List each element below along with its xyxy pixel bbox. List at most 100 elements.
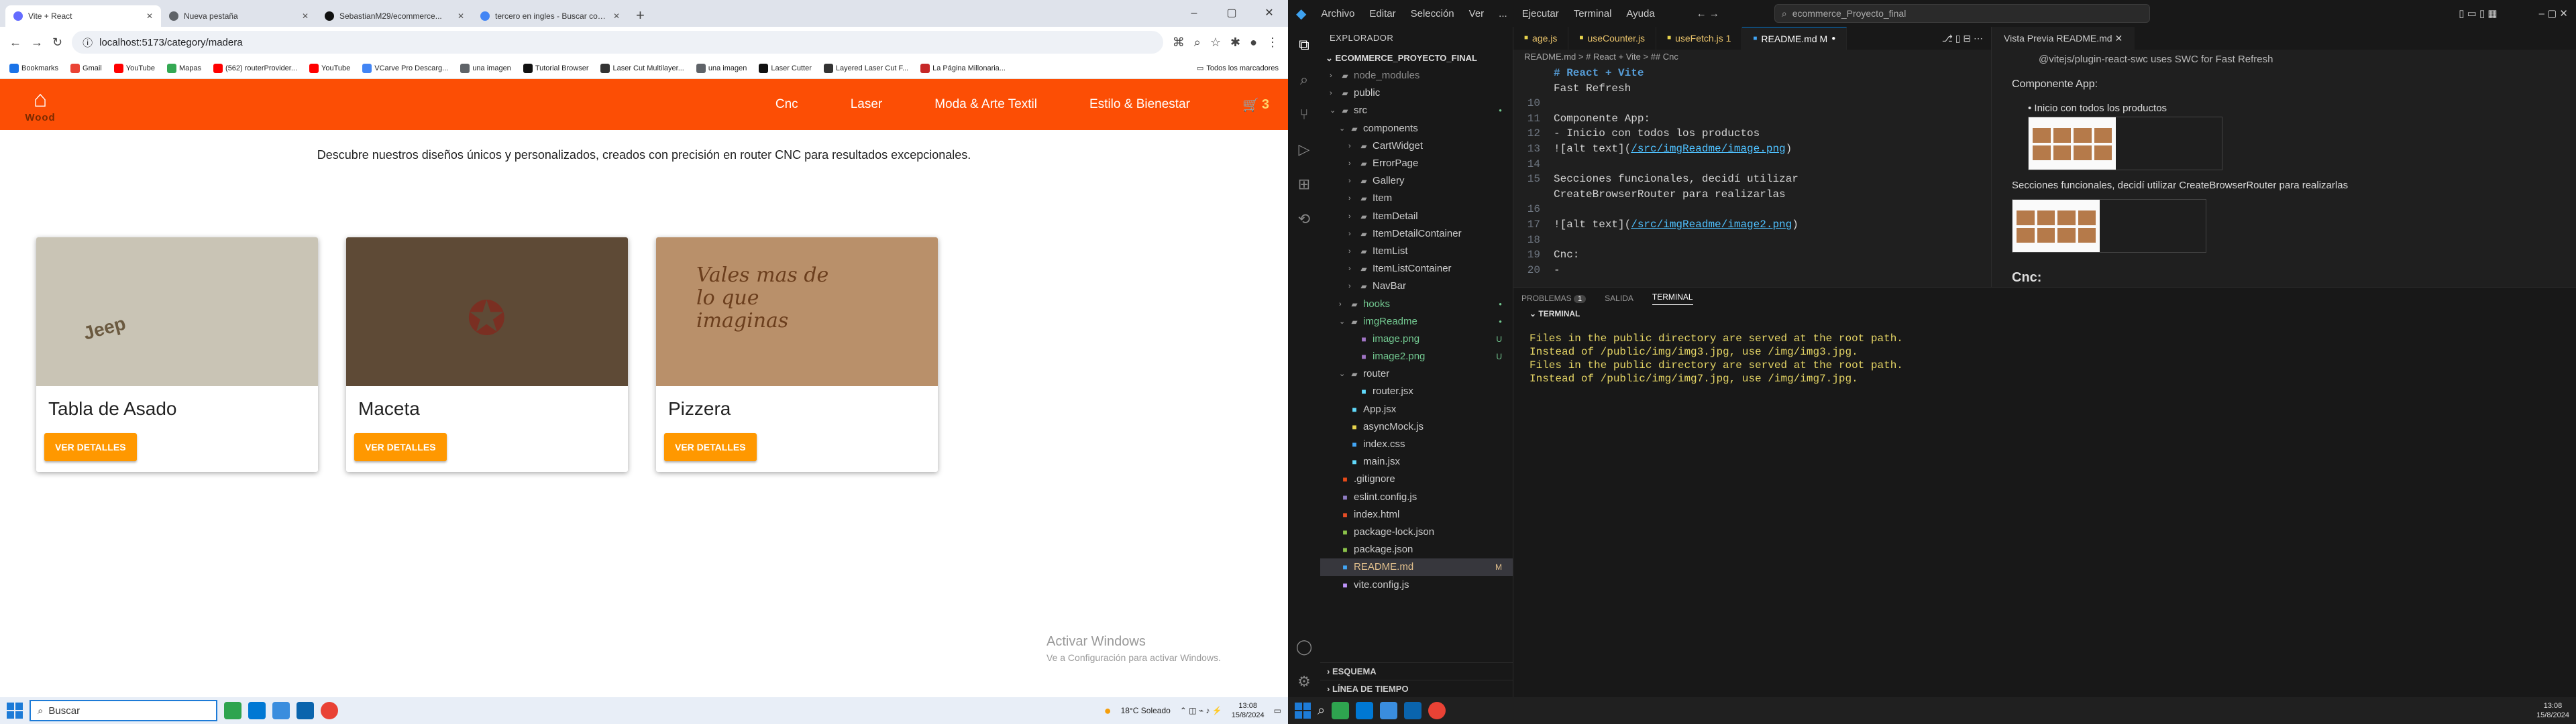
tray-icons[interactable]: ⌃ ◫ ⌁ ♪ ⚡ [1180,706,1222,715]
file-item[interactable]: ■ index.css [1320,436,1513,453]
bookmark-item[interactable]: VCarve Pro Descarg... [362,63,448,73]
search-icon[interactable]: ⌕ [1300,71,1308,88]
file-item[interactable]: ■ README.md M [1320,558,1513,577]
file-item[interactable]: ■ package.json [1320,541,1513,558]
app-icon-green[interactable] [1332,702,1350,719]
all-bookmarks[interactable]: ▭ Todos los marcadores [1197,64,1279,73]
extensions-icon[interactable]: ✱ [1230,36,1240,50]
bookmark-item[interactable]: Laser Cutter [759,63,812,73]
chrome-taskbar-icon[interactable] [321,702,338,719]
outlook-taskbar-icon[interactable] [1404,702,1422,719]
close-icon[interactable]: ✕ [1250,0,1288,27]
folder-item[interactable]: › ▰ CartWidget [1320,137,1513,155]
folder-item[interactable]: › ▰ ItemDetailContainer [1320,225,1513,243]
file-item[interactable]: ■ .gitignore [1320,471,1513,488]
nav-link-estilo[interactable]: Estilo & Bienestar [1089,97,1190,112]
clock[interactable]: 13:08 15/8/2024 [1232,701,1265,720]
settings-gear-icon[interactable]: ⚙ [1297,673,1311,690]
reload-icon[interactable]: ↻ [52,36,62,50]
breadcrumb[interactable]: README.md > # React + Vite > ## Cnc [1513,50,1991,64]
nav-arrows-icon[interactable]: ← → [1697,8,1719,19]
browser-tab[interactable]: Vite + React ✕ [5,5,161,27]
folder-item[interactable]: ⌄ ▰ components [1320,120,1513,137]
bookmark-item[interactable]: una imagen [460,63,511,73]
file-item[interactable]: ■ router.jsx [1320,383,1513,400]
remote-icon[interactable]: ⟲ [1298,210,1310,228]
bookmark-star-icon[interactable]: ☆ [1210,36,1221,50]
file-item[interactable]: ■ image.png U [1320,330,1513,348]
editor-tab[interactable]: ■ age.js [1513,27,1569,50]
folder-item[interactable]: ⌄ ▰ imgReadme ● [1320,313,1513,330]
product-image[interactable]: Jeep [36,237,318,386]
menu-item[interactable]: ... [1499,8,1507,19]
maximize-icon[interactable]: ▢ [1213,0,1250,27]
file-item[interactable]: ■ App.jsx [1320,401,1513,418]
tab-output[interactable]: SALIDA [1605,294,1633,303]
product-image[interactable]: ✪ [346,237,628,386]
view-details-button[interactable]: VER DETALLES [664,433,757,461]
taskbar-search[interactable]: ⌕ Buscar [30,700,217,721]
menu-item[interactable]: Ejecutar [1522,8,1559,19]
outline-section[interactable]: › ESQUEMA [1320,662,1513,680]
bookmark-item[interactable]: Layered Laser Cut F... [823,63,908,73]
nav-link-laser[interactable]: Laser [851,97,883,112]
browser-tab[interactable]: tercero en ingles - Buscar con Google ✕ [472,5,628,27]
profile-avatar[interactable]: ● [1250,36,1257,50]
explorer-taskbar-icon[interactable] [1380,702,1398,719]
code-lines[interactable]: # React + Vite Fast Refresh 10 11 Componente… [1513,66,1991,278]
menu-item[interactable]: Archivo [1321,8,1354,19]
md-link[interactable]: /src/imgReadme/image.png [1631,143,1785,155]
menu-item[interactable]: Terminal [1574,8,1612,19]
bookmark-item[interactable]: Gmail [70,63,102,73]
address-bar[interactable]: ⓘ localhost:5173/category/madera [72,31,1163,54]
menu-icon[interactable]: ⋮ [1267,36,1279,50]
menu-item[interactable]: Ayuda [1626,8,1654,19]
editor-tab[interactable]: ■ useFetch.js 1 [1656,27,1743,50]
zoom-icon[interactable]: ⌕ [1194,36,1201,50]
app-icon-green[interactable] [224,702,241,719]
bookmark-item[interactable]: (562) routerProvider... [213,63,297,73]
chrome-taskbar-icon[interactable] [1428,702,1446,719]
timeline-section[interactable]: › LÍNEA DE TIEMPO [1320,680,1513,697]
editor-tab[interactable]: ■ useCounter.js [1568,27,1657,50]
bookmark-item[interactable]: La Página Millonaria... [920,63,1006,73]
product-image[interactable]: Vales mas de lo que imaginas [656,237,938,386]
tab-close-icon[interactable]: ✕ [613,11,620,21]
browser-tab[interactable]: Nueva pestaña ✕ [161,5,317,27]
menu-item[interactable]: Ver [1469,8,1485,19]
new-tab-icon[interactable]: + [628,7,653,27]
extensions-icon[interactable]: ⊞ [1298,176,1310,193]
project-root[interactable]: ⌄ ECOMMERCE_PROYECTO_FINAL [1320,50,1513,67]
clock-right[interactable]: 13:08 15/8/2024 [2536,701,2569,720]
folder-item[interactable]: › ▰ ItemDetail [1320,208,1513,225]
folder-item[interactable]: › ▰ Gallery [1320,172,1513,190]
nav-link-cnc[interactable]: Cnc [775,97,798,112]
folder-item[interactable]: › ▰ ItemListContainer [1320,260,1513,278]
source-control-icon[interactable]: ⑂ [1299,106,1308,123]
file-item[interactable]: ■ eslint.config.js [1320,489,1513,506]
site-logo[interactable]: ⌂ Wood [19,83,62,126]
file-item[interactable]: ■ vite.config.js [1320,576,1513,593]
bookmark-item[interactable]: Mapas [167,63,201,73]
account-icon[interactable]: ◯ [1296,638,1313,656]
file-item[interactable]: ■ main.jsx [1320,453,1513,471]
run-debug-icon[interactable]: ▷ [1299,141,1310,158]
vscode-taskbar-icon[interactable] [1356,702,1374,719]
weather-text[interactable]: 18°C Soleado [1121,706,1171,715]
back-icon[interactable]: ← [9,36,21,50]
explorer-taskbar-icon[interactable] [272,702,290,719]
editor-tab[interactable]: ■ README.md M ● [1742,27,1847,50]
folder-item[interactable]: ⌄ ▰ router [1320,365,1513,383]
tab-close-icon[interactable]: ✕ [458,11,464,21]
command-center-search[interactable]: ⌕ ecommerce_Proyecto_final [1774,4,2150,23]
minimize-icon[interactable]: – [1175,0,1213,27]
md-link[interactable]: /src/imgReadme/image2.png [1631,219,1792,231]
windows-start-icon[interactable] [1295,703,1311,719]
site-info-icon[interactable]: ⓘ [83,36,93,50]
folder-item[interactable]: › ▰ Item [1320,190,1513,207]
editor-actions-icon[interactable]: ⎇ ▯ ⊟ ⋯ [1942,33,1991,44]
bookmark-item[interactable]: Tutorial Browser [523,63,588,73]
view-details-button[interactable]: VER DETALLES [354,433,447,461]
folder-item[interactable]: › ▰ node_modules [1320,67,1513,84]
browser-tab[interactable]: SebastianM29/ecommerce... ✕ [317,5,472,27]
